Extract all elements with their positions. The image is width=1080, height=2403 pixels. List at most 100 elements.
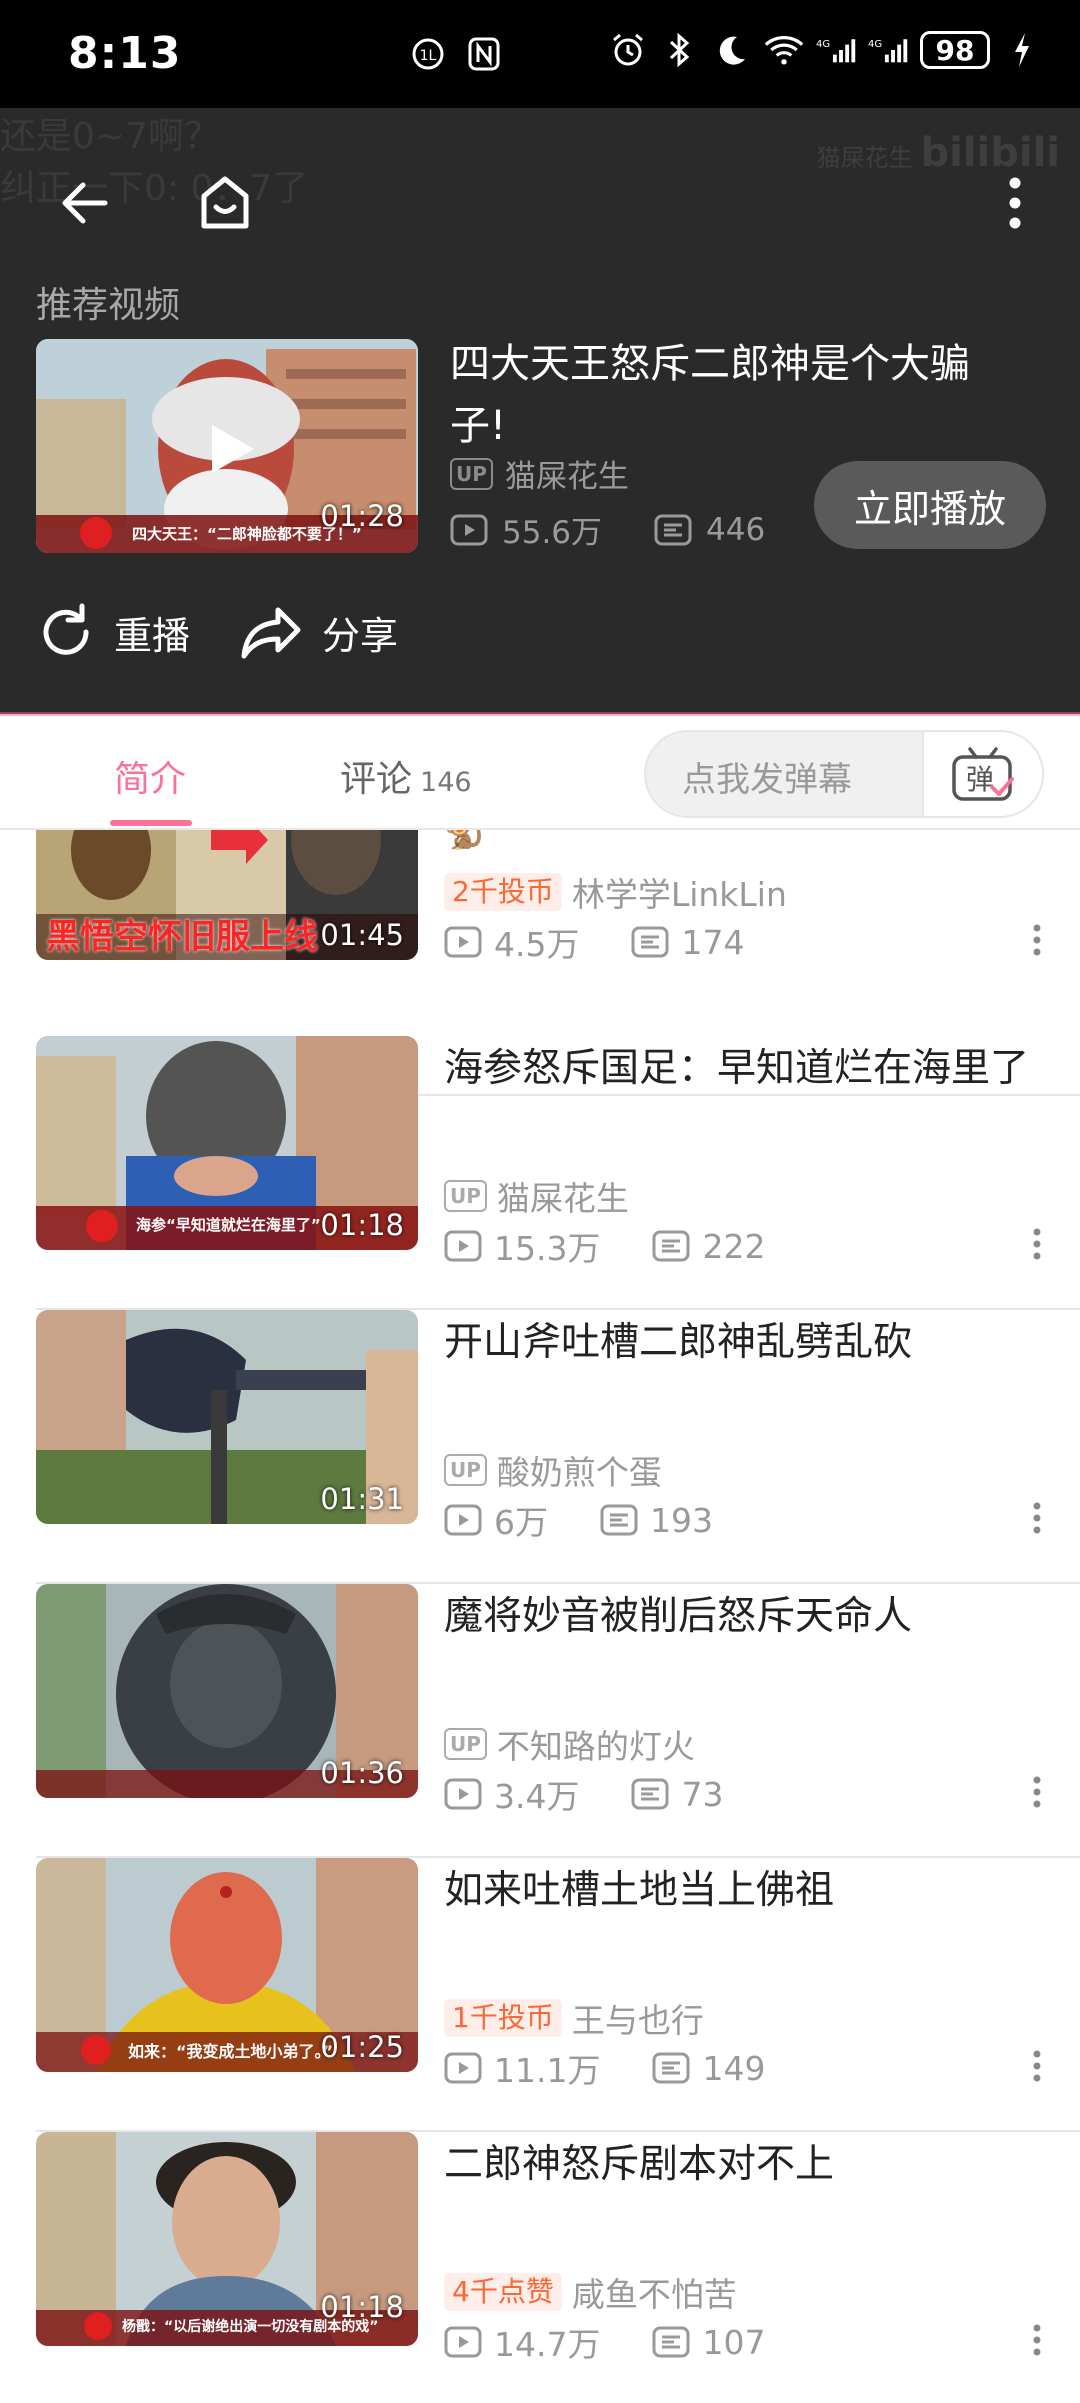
- recommended-duration: 01:28: [320, 499, 404, 533]
- recommended-danmaku: 446: [706, 511, 766, 548]
- home-button[interactable]: [180, 158, 270, 248]
- list-item[interactable]: 01:36 魔将妙音被削后怒斥天命人 UP 不知路的灯火 3.4万 73: [36, 1584, 1080, 1858]
- danmaku-toggle-button[interactable]: 弹: [922, 730, 1044, 818]
- video-views: 11.1万: [494, 2051, 601, 2090]
- item-more-button[interactable]: [1022, 1770, 1052, 1814]
- recommended-title[interactable]: 四大天王怒斥二郎神是个大骗子!: [450, 333, 1010, 457]
- more-vertical-icon: [1033, 2324, 1041, 2356]
- thumbnail-caption: 海参“早知道就烂在海里了”: [136, 1216, 321, 1234]
- item-more-button[interactable]: [1022, 1496, 1052, 1540]
- views-icon: [444, 2052, 482, 2084]
- danmaku-icon: [631, 1778, 669, 1810]
- views-icon: [444, 1778, 482, 1810]
- danmaku-icon: [652, 2326, 690, 2358]
- tab-intro-indicator: [110, 820, 192, 826]
- video-views: 3.4万: [494, 1777, 580, 1816]
- item-more-button[interactable]: [1022, 918, 1052, 962]
- signal-4g-2-icon: 4G: [868, 30, 908, 70]
- video-danmaku: 107: [702, 2322, 766, 2362]
- recommended-video-card[interactable]: 四大天王：“二郎神脸都不要了！” 01:28 四大天王怒斥二郎神是个大骗子! U…: [36, 339, 1046, 559]
- video-views: 14.7万: [494, 2325, 601, 2364]
- video-duration: 01:18: [320, 1208, 404, 1242]
- tab-comments-count: 146: [420, 767, 472, 798]
- danmaku-icon: [654, 514, 692, 545]
- player-actions: 重播 分享: [36, 602, 398, 662]
- video-author[interactable]: 王与也行: [572, 1994, 704, 2042]
- status-bar: 8:13 1L 4G 4G 98: [0, 0, 1080, 108]
- item-more-button[interactable]: [1022, 1222, 1052, 1266]
- video-title[interactable]: 魔将妙音被削后怒斥天命人: [444, 1588, 1054, 1646]
- video-title[interactable]: 海参怒斥国足：早知道烂在海里了: [444, 1040, 1054, 1098]
- bluetooth-icon: [660, 30, 700, 70]
- related-video-list: 黑悟空怀旧服上线 01:45 🐒 2千投币 林学学LinkLin 4.5万 17…: [0, 830, 1080, 2403]
- alarm-icon: [608, 30, 648, 70]
- play-icon: [212, 425, 254, 473]
- list-item[interactable]: 如来：“我变成土地小弟了。” 01:25 如来吐槽土地当上佛祖 1千投币 王与也…: [36, 1858, 1080, 2132]
- monkey-emoji: 🐒: [444, 830, 487, 852]
- tab-intro[interactable]: 简介: [114, 750, 186, 802]
- item-more-button[interactable]: [1022, 2044, 1052, 2088]
- video-thumbnail[interactable]: 01:36: [36, 1584, 418, 1798]
- share-icon: [241, 607, 301, 659]
- danmaku-input[interactable]: 点我发弹幕 弹: [644, 730, 1044, 818]
- video-author[interactable]: 猫屎花生: [497, 1172, 629, 1220]
- back-button[interactable]: [40, 158, 130, 248]
- video-stats: 11.1万 149: [444, 2044, 765, 2092]
- video-thumbnail[interactable]: 01:31: [36, 1310, 418, 1524]
- video-author-row: 1千投币 王与也行: [444, 1994, 704, 2042]
- list-item[interactable]: 01:31 开山斧吐槽二郎神乱劈乱砍 UP 酸奶煎个蛋 6万 193: [36, 1310, 1080, 1584]
- home-icon: [201, 176, 249, 229]
- status-time: 8:13: [68, 28, 182, 79]
- video-stats: 6万 193: [444, 1496, 713, 1544]
- video-author[interactable]: 咸鱼不怕苦: [572, 2268, 737, 2316]
- video-author-row: 4千点赞 咸鱼不怕苦: [444, 2268, 737, 2316]
- video-danmaku: 174: [681, 922, 745, 962]
- list-item[interactable]: 海参“早知道就烂在海里了” 01:18 海参怒斥国足：早知道烂在海里了 UP 猫…: [36, 1036, 1080, 1310]
- item-more-button[interactable]: [1022, 2318, 1052, 2362]
- video-player-end-screen: 还是0~7啊？ 纠正一下0: 0：7了 猫屎花生 bilibili 推荐视频 四…: [0, 108, 1080, 714]
- charging-icon: [1002, 30, 1042, 70]
- share-button[interactable]: 分享: [240, 602, 398, 662]
- danmaku-icon: [631, 926, 669, 958]
- status-right-icons: 4G 4G 98: [608, 30, 1042, 70]
- video-thumbnail[interactable]: 如来：“我变成土地小弟了。” 01:25: [36, 1858, 418, 2072]
- coin-badge: 2千投币: [444, 873, 562, 911]
- video-duration: 01:45: [320, 918, 404, 952]
- video-author[interactable]: 林学学LinkLin: [572, 868, 787, 916]
- danmaku-toggle-label: 弹: [966, 763, 994, 796]
- tabs-bar: 简介 评论 146 点我发弹幕 弹: [0, 716, 1080, 830]
- battery-level: 98: [920, 31, 990, 69]
- up-badge-icon: UP: [444, 1454, 487, 1486]
- more-vertical-icon: [1033, 1228, 1041, 1260]
- video-duration: 01:25: [320, 2030, 404, 2064]
- video-author[interactable]: 酸奶煎个蛋: [497, 1446, 662, 1494]
- video-author-row: 2千投币 林学学LinkLin: [444, 868, 787, 916]
- video-views: 15.3万: [494, 1229, 601, 1268]
- list-item[interactable]: 杨戬：“以后谢绝出演一切没有剧本的戏” 01:18 二郎神怒斥剧本对不上 4千点…: [36, 2132, 1080, 2403]
- more-vertical-icon: [1009, 177, 1021, 229]
- tab-comments[interactable]: 评论 146: [340, 750, 472, 802]
- video-title[interactable]: 如来吐槽土地当上佛祖: [444, 1862, 1054, 1920]
- video-views: 6万: [494, 1503, 548, 1542]
- video-duration: 01:18: [320, 2290, 404, 2324]
- like-badge: 4千点赞: [444, 2273, 562, 2311]
- play-now-button[interactable]: 立即播放: [814, 461, 1046, 549]
- nfc-icon: [464, 34, 504, 74]
- video-danmaku: 222: [702, 1226, 766, 1266]
- video-title[interactable]: 二郎神怒斥剧本对不上: [444, 2136, 1054, 2194]
- more-vertical-icon: [1033, 1502, 1041, 1534]
- video-thumbnail[interactable]: 黑悟空怀旧服上线 01:45: [36, 830, 418, 960]
- video-thumbnail[interactable]: 杨戬：“以后谢绝出演一切没有剧本的戏” 01:18: [36, 2132, 418, 2346]
- video-author[interactable]: 不知路的灯火: [497, 1720, 695, 1768]
- video-title[interactable]: 开山斧吐槽二郎神乱劈乱砍: [444, 1314, 1054, 1372]
- share-label: 分享: [322, 613, 399, 658]
- video-thumbnail[interactable]: 海参“早知道就烂在海里了” 01:18: [36, 1036, 418, 1250]
- video-stats: 15.3万 222: [444, 1222, 765, 1270]
- replay-button[interactable]: 重播: [36, 602, 190, 662]
- views-icon: [444, 1230, 482, 1262]
- recommended-author[interactable]: 猫屎花生: [505, 451, 629, 496]
- more-options-button[interactable]: [970, 158, 1060, 248]
- recommended-stats-row: 55.6万 446: [450, 507, 765, 552]
- recommended-thumbnail[interactable]: 四大天王：“二郎神脸都不要了！” 01:28: [36, 339, 418, 553]
- danmaku-icon: [600, 1504, 638, 1536]
